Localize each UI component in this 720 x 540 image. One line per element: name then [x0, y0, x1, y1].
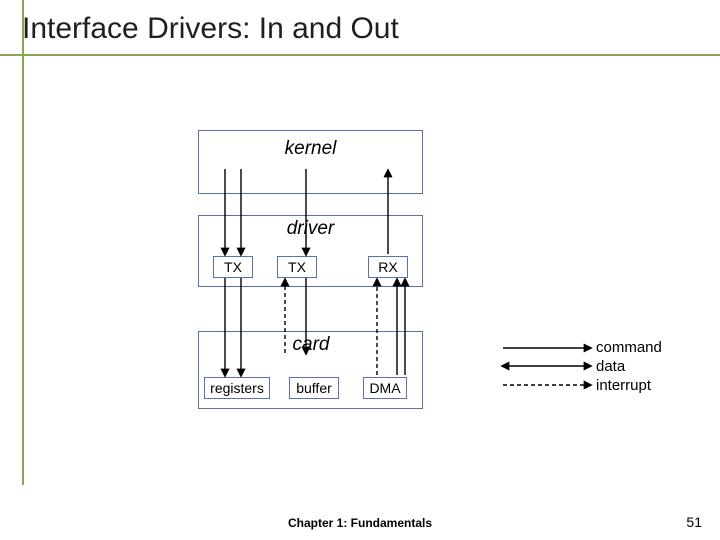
legend: command data interrupt: [596, 339, 662, 395]
legend-command: command: [596, 339, 662, 358]
kernel-label: kernel: [198, 138, 423, 160]
tx2-label: TX: [277, 259, 317, 275]
title-underline: [0, 54, 720, 56]
legend-data: data: [596, 358, 662, 377]
tx1-label: TX: [213, 259, 253, 275]
title-vline: [22, 0, 24, 485]
slide-title: Interface Drivers: In and Out: [22, 12, 399, 46]
page-number: 51: [686, 514, 702, 530]
footer-text: Chapter 1: Fundamentals: [0, 516, 720, 530]
card-label: card: [265, 334, 357, 356]
driver-label: driver: [198, 218, 423, 240]
rx-label: RX: [368, 259, 408, 275]
registers-label: registers: [204, 380, 270, 396]
legend-interrupt: interrupt: [596, 377, 662, 396]
dma-label: DMA: [363, 380, 407, 396]
buffer-label: buffer: [289, 380, 339, 396]
